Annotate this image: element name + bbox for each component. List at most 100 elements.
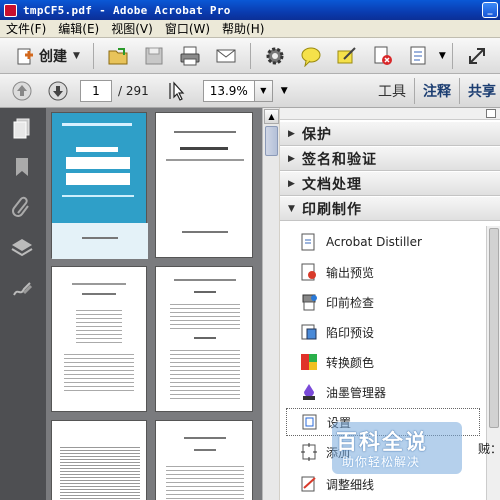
- email-button[interactable]: [212, 42, 240, 70]
- menu-help[interactable]: 帮助(H): [216, 20, 270, 37]
- bookmark-icon: [16, 158, 28, 176]
- toolbar-separator: [92, 42, 94, 69]
- next-page-button[interactable]: [44, 77, 72, 105]
- page-total: / 291: [118, 83, 149, 98]
- more-tools-dropdown-icon[interactable]: ▼: [439, 51, 446, 61]
- tool-trap-presets[interactable]: 陷印预设: [280, 318, 486, 346]
- tool-output-preview[interactable]: 输出预览: [280, 258, 486, 286]
- cover-title-block: [66, 157, 130, 169]
- page-thumbnail[interactable]: [155, 112, 253, 258]
- page-thumbnails-icon: [13, 118, 30, 139]
- page-thumbnail[interactable]: [155, 266, 253, 412]
- cover-text-line: [62, 195, 134, 197]
- tool-ink-manager[interactable]: 油墨管理器: [280, 378, 486, 406]
- zoom-input[interactable]: 13.9%: [202, 79, 255, 102]
- forms-button[interactable]: [405, 42, 433, 70]
- gear-icon: [266, 47, 284, 64]
- form-document-icon: [410, 46, 426, 64]
- attachments-button[interactable]: [8, 194, 36, 220]
- page-thumbnail[interactable]: [51, 420, 147, 500]
- layers-icon: [11, 239, 33, 257]
- thumbnails-pane: [46, 108, 262, 500]
- pane-options-icon[interactable]: [486, 109, 496, 118]
- preflight-icon: [298, 291, 320, 313]
- tab-tools[interactable]: 工具: [370, 81, 414, 101]
- scrollbar-thumb[interactable]: [265, 126, 278, 156]
- save-button[interactable]: [140, 42, 168, 70]
- tab-comment[interactable]: 注释: [415, 81, 459, 101]
- section-label: 文档处理: [302, 176, 362, 193]
- expand-button[interactable]: [463, 42, 491, 70]
- scrollbar-thumb[interactable]: [489, 228, 499, 428]
- select-tool-button[interactable]: [163, 77, 191, 105]
- navigation-pane: [0, 108, 46, 500]
- tool-convert-colors[interactable]: 转换颜色: [280, 348, 486, 376]
- print-button[interactable]: [176, 42, 204, 70]
- sign-pen-icon: [337, 46, 356, 63]
- tool-preflight[interactable]: 印前检查: [280, 288, 486, 316]
- menu-file[interactable]: 文件(F): [0, 20, 52, 37]
- settings-button[interactable]: [261, 42, 289, 70]
- layers-button[interactable]: [8, 234, 36, 260]
- page-thumbnails-button[interactable]: [8, 116, 36, 142]
- page-thumbnail[interactable]: [51, 266, 147, 412]
- thumbnails-scrollbar[interactable]: ▲: [262, 108, 279, 500]
- create-pdf-icon: [17, 48, 33, 64]
- watermark-title: 百科全说: [336, 430, 428, 454]
- main-toolbar: 创建 ▼ ▼: [0, 38, 500, 74]
- open-button[interactable]: [104, 42, 132, 70]
- cover-text-line: [62, 123, 132, 126]
- page-number-input[interactable]: 1: [80, 79, 112, 102]
- create-label: 创建: [39, 48, 67, 65]
- save-icon: [145, 47, 163, 64]
- section-document-processing[interactable]: ▶ 文档处理: [280, 172, 500, 196]
- cover-text-line: [82, 237, 118, 239]
- scroll-up-icon[interactable]: ▲: [264, 109, 279, 124]
- page-thumbnail[interactable]: [155, 420, 253, 500]
- tab-share[interactable]: 共享: [460, 81, 500, 101]
- section-print-production[interactable]: ▼ 印刷制作: [280, 197, 500, 221]
- section-protect[interactable]: ▶ 保护: [280, 122, 500, 146]
- toolbar-separator: [451, 42, 453, 69]
- tooltip-peek-text: 贼：清: [478, 442, 500, 456]
- signatures-button[interactable]: [8, 276, 36, 302]
- cursor-arrow-icon: [169, 80, 185, 101]
- secure-button[interactable]: [369, 42, 397, 70]
- bookmarks-button[interactable]: [8, 154, 36, 180]
- section-label: 保护: [302, 126, 332, 143]
- secure-document-icon: [374, 46, 392, 65]
- watermark: 百科全说 助你轻松解决: [332, 422, 500, 500]
- window-title: tmpCF5.pdf - Adobe Acrobat Pro: [23, 3, 231, 17]
- previous-page-button[interactable]: [8, 77, 36, 105]
- trap-presets-icon: [298, 321, 320, 343]
- expand-arrows-icon: [468, 47, 485, 64]
- menu-edit[interactable]: 编辑(E): [52, 20, 105, 37]
- toolbar-options-dropdown-icon[interactable]: ▼: [281, 86, 288, 96]
- section-label: 签名和验证: [302, 151, 377, 168]
- collapse-triangle-icon: ▶: [288, 128, 295, 139]
- create-dropdown-icon: ▼: [73, 50, 80, 61]
- menu-view[interactable]: 视图(V): [105, 20, 159, 37]
- navigation-toolbar: 1 / 291 13.9% ▼ ▼ 工具 注释 共享: [0, 74, 500, 108]
- zoom-dropdown-icon[interactable]: ▼: [254, 79, 273, 102]
- menu-window[interactable]: 窗口(W): [159, 20, 216, 37]
- minimize-button[interactable]: _: [482, 2, 498, 18]
- watermark-subtitle: 助你轻松解决: [342, 455, 421, 469]
- arrow-down-circle-icon: [48, 81, 68, 100]
- create-button[interactable]: 创建 ▼: [8, 43, 87, 69]
- comment-button[interactable]: [297, 42, 325, 70]
- sign-button[interactable]: [333, 42, 361, 70]
- section-label: 印刷制作: [302, 201, 362, 218]
- tools-pane-header: [280, 108, 500, 120]
- acrobat-app-icon: [4, 3, 17, 17]
- cover-title-block: [66, 173, 130, 185]
- title-bar: tmpCF5.pdf - Adobe Acrobat Pro _: [0, 0, 500, 20]
- page-thumbnail[interactable]: [51, 112, 148, 259]
- fix-hairlines-icon: [298, 473, 320, 495]
- section-sign-certify[interactable]: ▶ 签名和验证: [280, 147, 500, 171]
- add-marks-icon: [298, 441, 320, 463]
- convert-colors-icon: [298, 351, 320, 373]
- distiller-icon: [298, 231, 320, 253]
- tool-acrobat-distiller[interactable]: Acrobat Distiller: [280, 228, 486, 256]
- printer-icon: [180, 46, 200, 65]
